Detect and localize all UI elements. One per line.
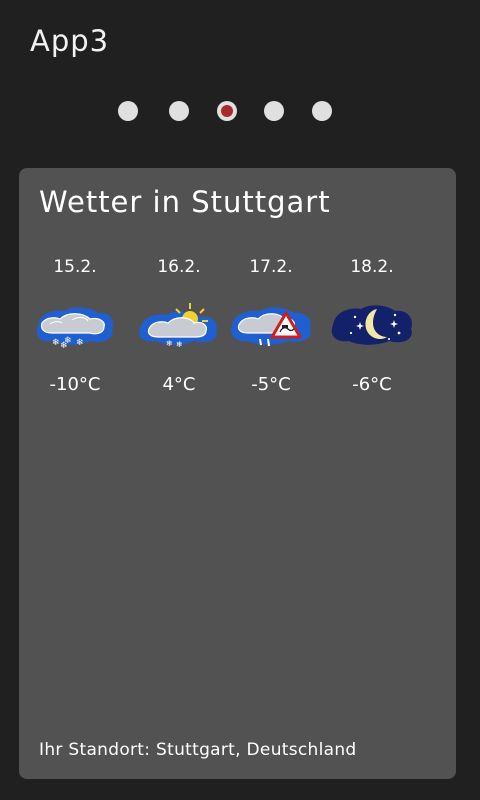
page-dot-2[interactable] (169, 101, 189, 121)
forecast-day: 17.2. -5°C (227, 256, 315, 396)
clear-night-moon-icon (328, 299, 416, 349)
svg-text:❄: ❄ (60, 341, 68, 349)
weather-card: Wetter in Stuttgart 15.2. ❄ ❄ ❄ ❄ -10°C … (19, 168, 456, 779)
freezing-rain-warning-icon (227, 299, 315, 349)
forecast-temp: -6°C (352, 374, 392, 395)
forecast-date: 15.2. (53, 257, 97, 277)
svg-text:❄: ❄ (76, 338, 84, 348)
svg-text:❄: ❄ (52, 338, 60, 348)
forecast-temp: -10°C (49, 374, 101, 395)
forecast-date: 18.2. (350, 257, 394, 277)
page-dot-4[interactable] (264, 101, 284, 121)
page-dot-1[interactable] (118, 101, 138, 121)
page-dot-3-active[interactable] (217, 101, 237, 121)
app-title: App3 (30, 24, 110, 58)
forecast-date: 16.2. (157, 257, 201, 277)
snow-cloud-icon: ❄ ❄ ❄ ❄ (31, 299, 119, 349)
sun-snow-cloud-icon: ❄ ❄ (135, 299, 223, 349)
forecast-temp: -5°C (251, 374, 291, 395)
svg-text:❄: ❄ (176, 340, 183, 349)
forecast-temp: 4°C (162, 374, 196, 395)
weather-title: Wetter in Stuttgart (39, 185, 331, 219)
forecast-date: 17.2. (249, 257, 293, 277)
forecast-day: 18.2. -6°C (328, 256, 416, 396)
forecast-day: 15.2. ❄ ❄ ❄ ❄ -10°C (31, 256, 119, 396)
page-dot-5[interactable] (312, 101, 332, 121)
forecast-day: 16.2. ❄ ❄ 4°C (135, 256, 223, 396)
page-indicator (0, 101, 480, 121)
svg-text:❄: ❄ (166, 339, 173, 348)
location-label: Ihr Standort: Stuttgart, Deutschland (39, 740, 357, 760)
